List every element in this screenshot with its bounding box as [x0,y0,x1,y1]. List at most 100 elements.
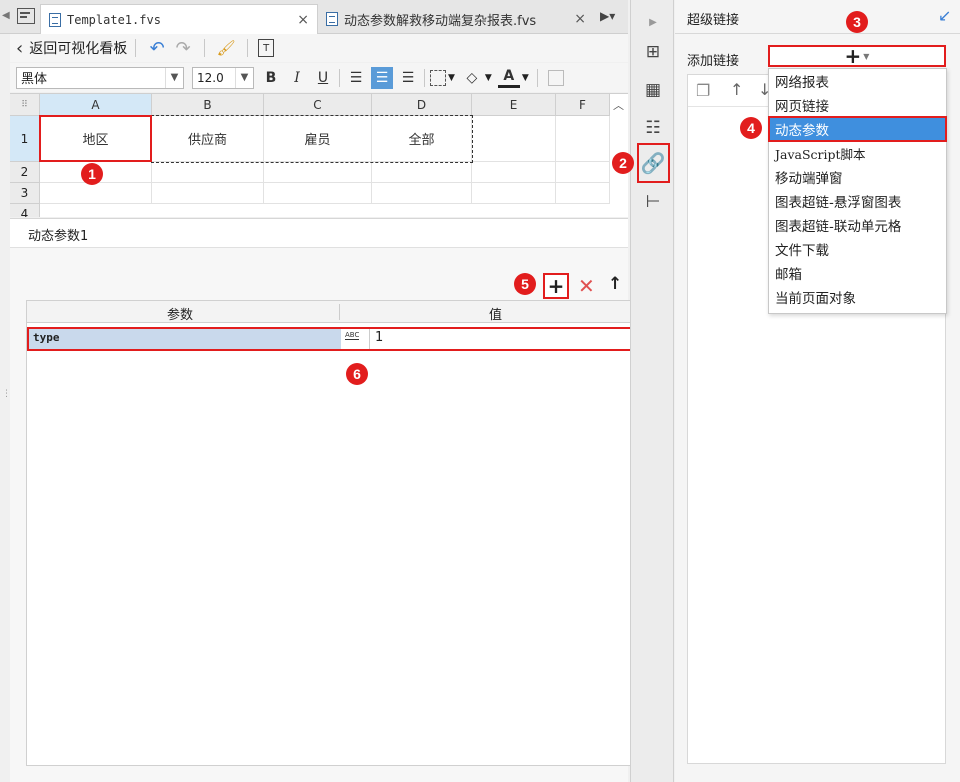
param-name-cell[interactable]: type [29,329,341,349]
document-icon [326,12,338,26]
row-header-1[interactable]: 1 [10,116,40,162]
undo-icon[interactable]: ↶ [146,37,168,59]
align-center-icon[interactable]: ☰ [371,66,393,89]
menu-item-current-page-object[interactable]: 当前页面对象 [769,285,946,309]
column-header-f[interactable]: F [556,94,610,116]
font-color-icon[interactable]: A [497,68,520,88]
tree-structure-icon[interactable]: ⊢ [641,190,665,214]
column-header-a[interactable]: A [40,94,152,116]
row-header-3[interactable]: 3 [10,183,40,204]
bold-button[interactable]: B [260,67,282,89]
plus-icon: + [844,44,862,68]
spreadsheet-grid: ⠿ A B C D E F ︿ 1 2 3 4 地区 供应商 雇员 全部 [10,93,628,217]
row-header-2[interactable]: 2 [10,162,40,183]
cell-e1[interactable] [472,116,556,162]
preview-icon[interactable]: T [258,39,275,57]
cell-d3[interactable] [372,183,472,204]
delete-icon[interactable]: ✕ [578,274,595,298]
splitter-grip-icon[interactable]: ⋮ [2,389,11,399]
add-param-button[interactable]: + [543,273,569,299]
italic-button[interactable]: I [286,67,308,89]
menu-item-dynamic-param[interactable]: 动态参数 [768,116,947,142]
back-to-dashboard-button[interactable]: 返回可视化看板 [29,38,127,58]
tab-dynamic-param-report[interactable]: 动态参数解救移动端复杂报表.fvs × [318,4,594,34]
row-header-4[interactable]: 4 [10,204,40,217]
divider [204,39,206,57]
border-icon[interactable] [430,69,446,86]
select-all-corner[interactable]: ⠿ [10,94,40,116]
fill-color-icon[interactable]: ◇ [461,67,483,89]
cell-f2[interactable] [556,162,610,183]
menu-item-email[interactable]: 邮箱 [769,261,946,285]
cell-e3[interactable] [472,183,556,204]
menu-item-javascript[interactable]: JavaScript脚本 [769,141,946,165]
chevron-down-icon[interactable]: ▼ [448,73,455,83]
scroll-up-icon[interactable]: ︿ [613,97,624,113]
menu-item-mobile-popup[interactable]: 移动端弹窗 [769,165,946,189]
tab-menu-icon[interactable]: ▶▾ [600,9,615,23]
chevron-down-icon: ▼ [165,67,183,88]
collapse-arrow-icon[interactable]: ▶ [641,10,665,34]
close-icon[interactable]: × [297,12,309,28]
cell-c2[interactable] [264,162,372,183]
column-header-c[interactable]: C [264,94,372,116]
panel-header: 超级链接 ↙ [675,0,960,34]
param-name: type [33,331,60,344]
cell-e2[interactable] [472,162,556,183]
copy-icon[interactable]: ❐ [696,81,710,100]
add-link-button[interactable]: + ▼ [768,45,946,67]
chevron-down-icon[interactable]: ▼ [522,73,529,83]
divider [135,39,137,57]
menu-item-chart-linked-cell[interactable]: 图表超链-联动单元格 [769,213,946,237]
chevron-down-icon[interactable]: ▼ [485,73,492,83]
move-up-icon[interactable]: ↑ [608,274,622,294]
column-header-b[interactable]: B [152,94,264,116]
scroll-left-icon[interactable]: ◀ [2,10,10,21]
menu-item-chart-floating[interactable]: 图表超链-悬浮窗图表 [769,189,946,213]
annotation-badge-1: 1 [81,163,103,185]
align-left-icon[interactable]: ☰ [345,67,367,89]
cell-b3[interactable] [152,183,264,204]
column-header-d[interactable]: D [372,94,472,116]
back-icon[interactable]: ‹ [16,38,23,59]
annotation-badge-5: 5 [514,273,536,295]
underline-button[interactable]: U [312,67,334,89]
divider [424,68,425,87]
table-row[interactable]: type ABC 1 [27,327,655,351]
align-right-icon[interactable]: ☰ [397,67,419,89]
type-picker-icon[interactable]: ABC [345,331,360,340]
hyperlink-icon[interactable]: 🔗 [641,151,666,175]
annotation-badge-2: 2 [612,152,634,174]
tab-bar: ◀ Template1.fvs × 动态参数解救移动端复杂报表.fvs × ▶▾ [0,0,628,34]
param-value[interactable]: 1 [375,330,383,345]
cell-b2[interactable] [152,162,264,183]
cell-d2[interactable] [372,162,472,183]
font-family-select[interactable]: 黑体 ▼ [16,66,184,89]
cell-element-icon[interactable]: ⊞ [641,40,665,64]
chevron-down-icon: ▼ [235,67,253,88]
cell-f1[interactable] [556,116,610,162]
cell-c3[interactable] [264,183,372,204]
freeze-icon[interactable] [547,69,564,86]
layout-icon[interactable] [17,8,35,24]
close-icon[interactable]: × [574,11,586,27]
minimize-panel-icon[interactable]: ↙ [938,6,951,25]
tab-template1[interactable]: Template1.fvs × [40,4,318,34]
cell-attribute-icon[interactable]: ▦ [641,78,665,102]
dynamic-param-pane: 动态参数1 ⋮ + ✕ ↑ ↓ 参数 值 type ABC 1 [2,218,658,782]
param-table: 参数 值 type ABC 1 [26,300,658,766]
menu-item-web-link[interactable]: 网页链接 [769,93,946,117]
format-painter-icon[interactable]: 🖌 [215,37,237,59]
move-up-icon[interactable]: ↑ [730,80,743,99]
font-size-select[interactable]: 12.0 ▼ [192,66,254,89]
cell-a3[interactable] [40,183,152,204]
panel-title: 超级链接 [687,13,740,28]
menu-item-file-download[interactable]: 文件下载 [769,237,946,261]
menu-item-web-report[interactable]: 网络报表 [769,69,946,93]
annotation-box-a1 [39,115,152,162]
cell-f3[interactable] [556,183,610,204]
column-header-e[interactable]: E [472,94,556,116]
redo-icon[interactable]: ↷ [172,37,194,59]
widget-settings-icon[interactable]: ☷ [641,116,665,140]
tab-label: 动态参数解救移动端复杂报表.fvs [344,13,537,29]
